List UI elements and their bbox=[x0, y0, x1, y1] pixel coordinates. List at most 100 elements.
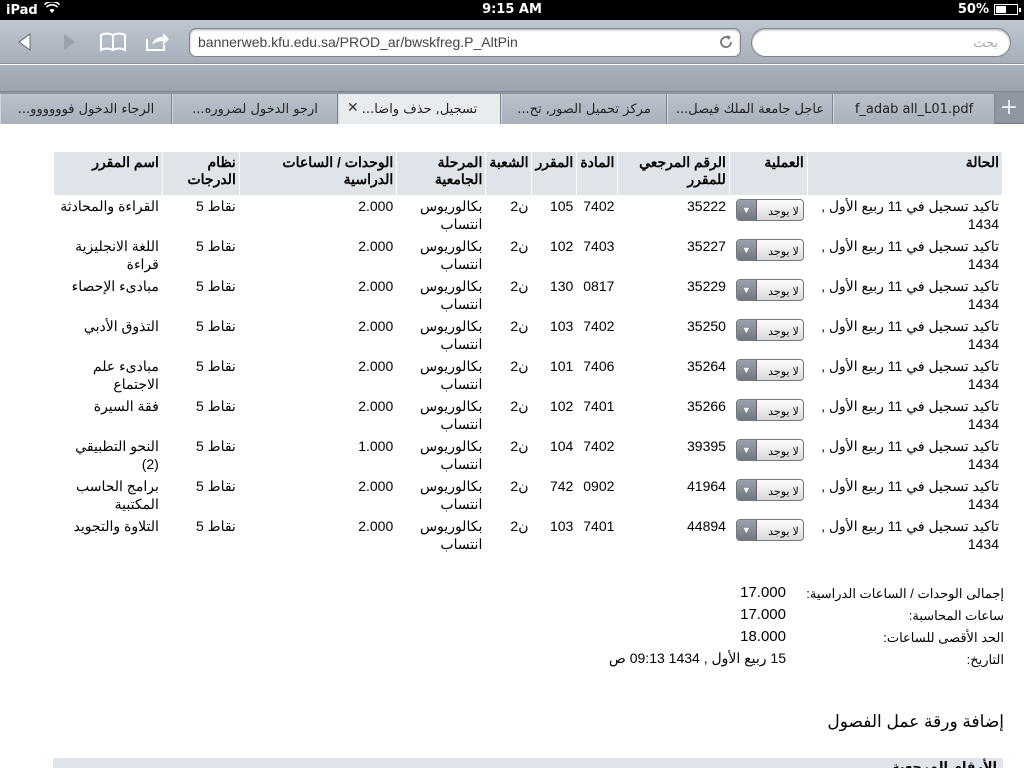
tab-4-active[interactable]: ✕ تسجيل, حذف واضا... bbox=[338, 94, 501, 125]
crn-cell: 35229 bbox=[687, 278, 726, 294]
summary-row: التاريخ: 15 ربيع الأول , 1434 09:13 ص bbox=[584, 650, 1004, 672]
section-cell: ن2 bbox=[510, 518, 529, 534]
dropdown-arrow-icon: ▼ bbox=[736, 320, 757, 340]
action-cell: ▼ لا يوجد bbox=[730, 315, 807, 355]
grade-mode-cell: نقاط 5 bbox=[195, 318, 236, 334]
table-row: تاكيد تسجيل في 11 ربيع الأول , 1434 ▼ لا ي… bbox=[54, 435, 1002, 475]
search-placeholder: بحث bbox=[973, 35, 998, 50]
reload-icon[interactable] bbox=[718, 34, 734, 53]
tab-2[interactable]: عاجل جامعة الملك فيصل... bbox=[667, 94, 833, 124]
action-select[interactable]: ▼ لا يوجد bbox=[735, 279, 804, 301]
section-cell: ن2 bbox=[510, 198, 529, 214]
grade-mode-cell: نقاط 5 bbox=[195, 198, 236, 214]
level-cell: بكالوريوس انتساب bbox=[419, 438, 483, 472]
action-cell: ▼ لا يوجد bbox=[730, 195, 807, 235]
credits-cell: 2.000 bbox=[358, 358, 394, 374]
crn-cell: 35227 bbox=[687, 238, 726, 254]
col-level: المرحلة الجامعية bbox=[397, 152, 486, 195]
title-cell: اللغة الانجليزية قراءة bbox=[75, 238, 159, 272]
bookmarks-button[interactable] bbox=[98, 28, 128, 56]
status-cell: تاكيد تسجيل في 11 ربيع الأول , 1434 bbox=[821, 438, 999, 472]
tab-6[interactable]: الرجاء الدخول فوووووو... bbox=[0, 94, 172, 124]
add-worksheet-title: إضافة ورقة عمل الفصول bbox=[827, 712, 1004, 731]
book-icon bbox=[100, 32, 126, 52]
subject-cell: 7402 bbox=[583, 318, 615, 334]
title-cell: برامج الحاسب المكتبية bbox=[75, 478, 159, 512]
dropdown-arrow-icon: ▼ bbox=[736, 280, 757, 300]
address-bar[interactable]: bannerweb.kfu.edu.sa/PROD_ar/bwskfreg.P_… bbox=[189, 28, 741, 57]
new-tab-button[interactable]: + bbox=[994, 94, 1024, 124]
section-cell: ن2 bbox=[510, 438, 529, 454]
subject-cell: 7403 bbox=[583, 238, 615, 254]
back-button[interactable] bbox=[10, 28, 40, 56]
tab-bar: الرجاء الدخول فوووووو... ارجو الدخول لضر… bbox=[0, 92, 1024, 125]
title-cell: فقة السيرة bbox=[93, 398, 159, 414]
credits-cell: 2.000 bbox=[358, 238, 394, 254]
credits-cell: 2.000 bbox=[358, 278, 394, 294]
action-select[interactable]: ▼ لا يوجد bbox=[735, 399, 804, 421]
course-cell: 102 bbox=[549, 398, 574, 414]
max-hours-value: 18.000 bbox=[740, 628, 786, 645]
select-value: لا يوجد bbox=[768, 526, 799, 538]
subject-cell: 7402 bbox=[583, 438, 615, 454]
section-cell: ن2 bbox=[510, 398, 529, 414]
select-value: لا يوجد bbox=[768, 206, 799, 218]
status-cell: تاكيد تسجيل في 11 ربيع الأول , 1434 bbox=[821, 398, 999, 432]
battery-fill bbox=[996, 6, 1006, 13]
crn-cell: 39395 bbox=[687, 438, 726, 454]
action-cell: ▼ لا يوجد bbox=[730, 355, 807, 395]
course-cell: 103 bbox=[549, 518, 574, 534]
credits-cell: 2.000 bbox=[358, 398, 394, 414]
action-select[interactable]: ▼ لا يوجد bbox=[735, 199, 804, 221]
total-credits-label: إجمالى الوحدات / الساعات الدراسية: bbox=[806, 586, 1004, 601]
summary-row: إجمالى الوحدات / الساعات الدراسية: 17.000 bbox=[584, 584, 1004, 606]
title-cell: مبادىء علم الاجتماع bbox=[92, 358, 159, 392]
status-cell: تاكيد تسجيل في 11 ربيع الأول , 1434 bbox=[821, 198, 999, 232]
level-cell: بكالوريوس انتساب bbox=[419, 318, 483, 352]
action-cell: ▼ لا يوجد bbox=[730, 395, 807, 435]
tab-1[interactable]: f_adab all_L01.pdf bbox=[833, 94, 995, 124]
action-select[interactable]: ▼ لا يوجد bbox=[735, 319, 804, 341]
registration-table: الحالة العملية الرقم المرجعي للمقرر الما… bbox=[53, 152, 1003, 555]
table-row: تاكيد تسجيل في 11 ربيع الأول , 1434 ▼ لا ي… bbox=[54, 515, 1002, 555]
total-credits-value: 17.000 bbox=[740, 584, 786, 601]
grade-mode-cell: نقاط 5 bbox=[195, 478, 236, 494]
share-icon bbox=[146, 33, 169, 51]
summary-row: ساعات المحاسبة: 17.000 bbox=[584, 606, 1004, 628]
battery-icon bbox=[994, 4, 1021, 15]
close-tab-icon[interactable]: ✕ bbox=[347, 100, 359, 116]
action-select[interactable]: ▼ لا يوجد bbox=[735, 479, 804, 501]
tab-label: ارجو الدخول لضروره... bbox=[192, 101, 318, 117]
course-cell: 101 bbox=[549, 358, 574, 374]
level-cell: بكالوريوس انتساب bbox=[419, 198, 483, 232]
action-select[interactable]: ▼ لا يوجد bbox=[735, 519, 804, 541]
select-value: لا يوجد bbox=[768, 366, 799, 378]
dropdown-arrow-icon: ▼ bbox=[736, 440, 757, 460]
crn-entry-header-label: الأرقام المرجعية bbox=[891, 760, 997, 768]
action-cell: ▼ لا يوجد bbox=[730, 435, 807, 475]
dropdown-arrow-icon: ▼ bbox=[736, 400, 757, 420]
level-cell: بكالوريوس انتساب bbox=[419, 518, 483, 552]
tab-label: f_adab all_L01.pdf bbox=[854, 101, 974, 117]
tab-label: عاجل جامعة الملك فيصل... bbox=[675, 101, 825, 117]
course-cell: 742 bbox=[549, 478, 574, 494]
level-cell: بكالوريوس انتساب bbox=[419, 358, 483, 392]
tab-5[interactable]: ارجو الدخول لضروره... bbox=[172, 94, 338, 124]
action-select[interactable]: ▼ لا يوجد bbox=[735, 439, 804, 461]
dropdown-arrow-icon: ▼ bbox=[736, 520, 757, 540]
back-arrow-icon bbox=[18, 33, 31, 51]
credits-cell: 2.000 bbox=[358, 318, 394, 334]
select-value: لا يوجد bbox=[768, 486, 799, 498]
tab-3[interactable]: مركز تحميل الصور, تح... bbox=[501, 94, 667, 124]
search-field[interactable]: بحث bbox=[751, 28, 1011, 57]
subject-cell: 7406 bbox=[583, 358, 615, 374]
crn-cell: 35264 bbox=[687, 358, 726, 374]
url-text: bannerweb.kfu.edu.sa/PROD_ar/bwskfreg.P_… bbox=[198, 34, 518, 50]
share-button[interactable] bbox=[142, 28, 172, 56]
action-select[interactable]: ▼ لا يوجد bbox=[735, 239, 804, 261]
forward-button[interactable] bbox=[54, 28, 84, 56]
action-cell: ▼ لا يوجد bbox=[730, 475, 807, 515]
registration-summary: إجمالى الوحدات / الساعات الدراسية: 17.000… bbox=[584, 584, 1004, 672]
action-select[interactable]: ▼ لا يوجد bbox=[735, 359, 804, 381]
course-cell: 102 bbox=[549, 238, 574, 254]
